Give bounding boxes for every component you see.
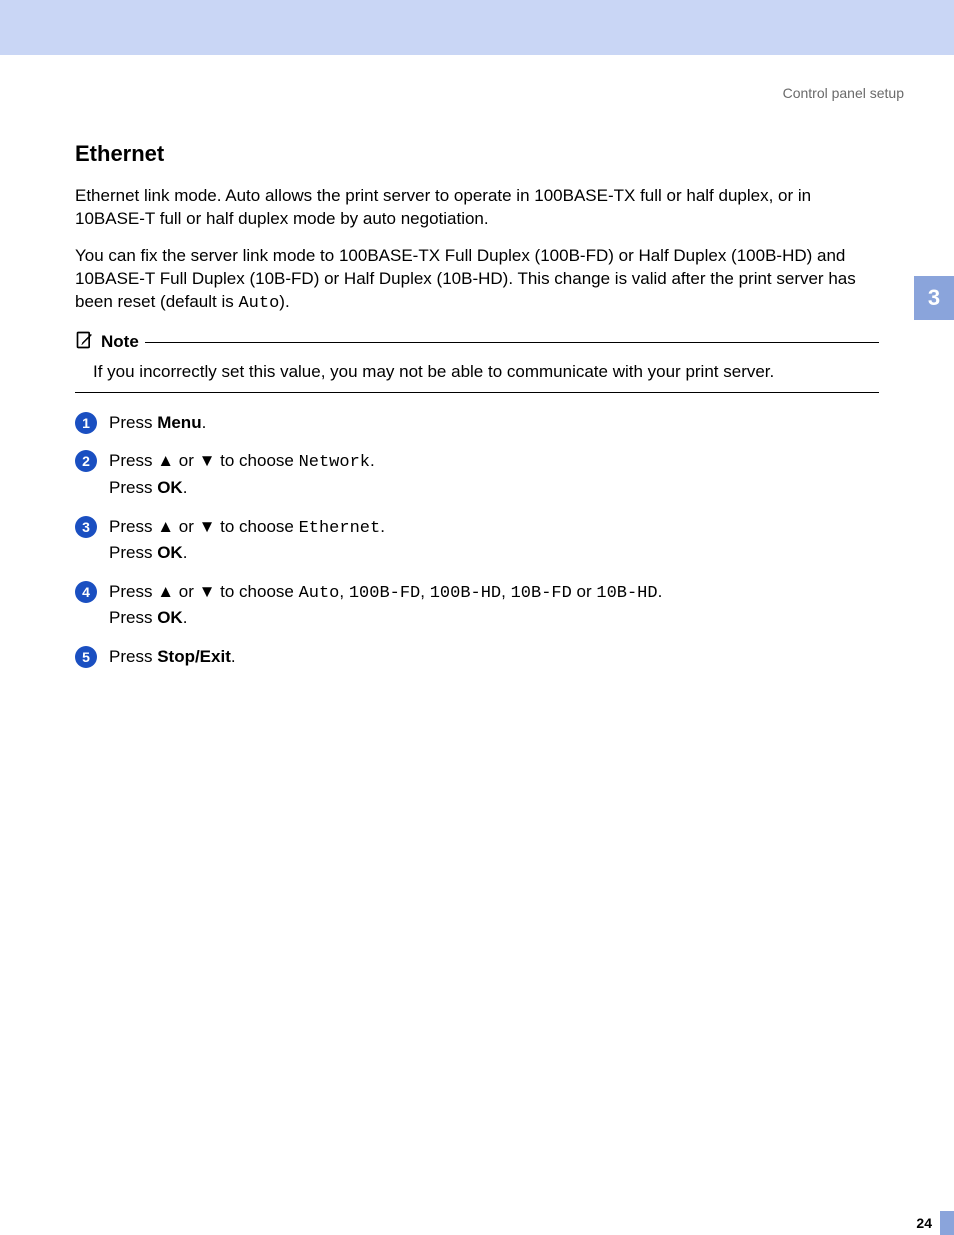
text: or [572, 582, 597, 601]
code-100b-fd: 100B-FD [349, 584, 420, 603]
step-4: 4 Press ▲ or ▼ to choose Auto, 100B-FD, … [75, 580, 879, 631]
step-badge: 3 [75, 516, 97, 538]
step-2-body: Press ▲ or ▼ to choose Network. Press OK… [109, 449, 375, 500]
note-rule-top [145, 342, 879, 343]
step-4-body: Press ▲ or ▼ to choose Auto, 100B-FD, 10… [109, 580, 662, 631]
steps-list: 1 Press Menu. 2 Press ▲ or ▼ to choose N… [75, 411, 879, 670]
text: or [174, 517, 199, 536]
page-number: 24 [908, 1211, 940, 1235]
step-1-body: Press Menu. [109, 411, 206, 436]
text: or [174, 451, 199, 470]
note-block: Note If you incorrectly set this value, … [75, 330, 879, 393]
code-10b-fd: 10B-FD [511, 584, 572, 603]
text: Press [109, 647, 157, 666]
text: Press [109, 517, 157, 536]
text: , [339, 582, 348, 601]
note-body: If you incorrectly set this value, you m… [93, 361, 879, 384]
step-5-body: Press Stop/Exit. [109, 645, 236, 670]
code-auto: Auto [299, 584, 340, 603]
up-arrow-icon: ▲ [157, 582, 174, 601]
text: or [174, 582, 199, 601]
up-arrow-icon: ▲ [157, 451, 174, 470]
text: to choose [215, 517, 298, 536]
text: Press [109, 582, 157, 601]
note-rule-bottom [75, 392, 879, 393]
step-5: 5 Press Stop/Exit. [75, 645, 879, 670]
step-1: 1 Press Menu. [75, 411, 879, 436]
text: to choose [215, 582, 298, 601]
text: Press [109, 543, 157, 562]
code-100b-hd: 100B-HD [430, 584, 501, 603]
text: Press [109, 478, 157, 497]
intro-paragraph-2: You can fix the server link mode to 100B… [75, 245, 879, 316]
code-network: Network [299, 453, 370, 472]
text: . [370, 451, 375, 470]
page-number-accent [940, 1211, 954, 1235]
ok-key: OK [157, 478, 183, 497]
text: . [202, 413, 207, 432]
intro-p2-pre: You can fix the server link mode to 100B… [75, 246, 856, 311]
text: , [420, 582, 429, 601]
text: . [380, 517, 385, 536]
text: . [658, 582, 663, 601]
ok-key: OK [157, 543, 183, 562]
text: . [183, 543, 188, 562]
step-badge: 4 [75, 581, 97, 603]
chapter-tab: 3 [914, 276, 954, 320]
menu-key: Menu [157, 413, 201, 432]
step-3-body: Press ▲ or ▼ to choose Ethernet. Press O… [109, 515, 385, 566]
down-arrow-icon: ▼ [199, 517, 216, 536]
step-badge: 2 [75, 450, 97, 472]
text: Press [109, 413, 157, 432]
text: Press [109, 608, 157, 627]
page-number-bar: 24 [908, 1211, 954, 1235]
text: . [183, 608, 188, 627]
note-label: Note [101, 332, 139, 352]
step-badge: 5 [75, 646, 97, 668]
up-arrow-icon: ▲ [157, 517, 174, 536]
intro-paragraph-1: Ethernet link mode. Auto allows the prin… [75, 185, 879, 231]
code-10b-hd: 10B-HD [596, 584, 657, 603]
note-pencil-icon [75, 330, 95, 355]
down-arrow-icon: ▼ [199, 451, 216, 470]
text: . [183, 478, 188, 497]
code-ethernet: Ethernet [299, 519, 381, 538]
page-title: Ethernet [75, 141, 879, 167]
breadcrumb: Control panel setup [0, 85, 904, 101]
intro-p2-post: ). [279, 292, 289, 311]
text: to choose [215, 451, 298, 470]
stop-exit-key: Stop/Exit [157, 647, 231, 666]
text: Press [109, 451, 157, 470]
top-header-band [0, 0, 954, 55]
ok-key: OK [157, 608, 183, 627]
step-3: 3 Press ▲ or ▼ to choose Ethernet. Press… [75, 515, 879, 566]
down-arrow-icon: ▼ [199, 582, 216, 601]
step-2: 2 Press ▲ or ▼ to choose Network. Press … [75, 449, 879, 500]
step-badge: 1 [75, 412, 97, 434]
intro-p2-code: Auto [238, 294, 279, 313]
text: . [231, 647, 236, 666]
text: , [501, 582, 510, 601]
